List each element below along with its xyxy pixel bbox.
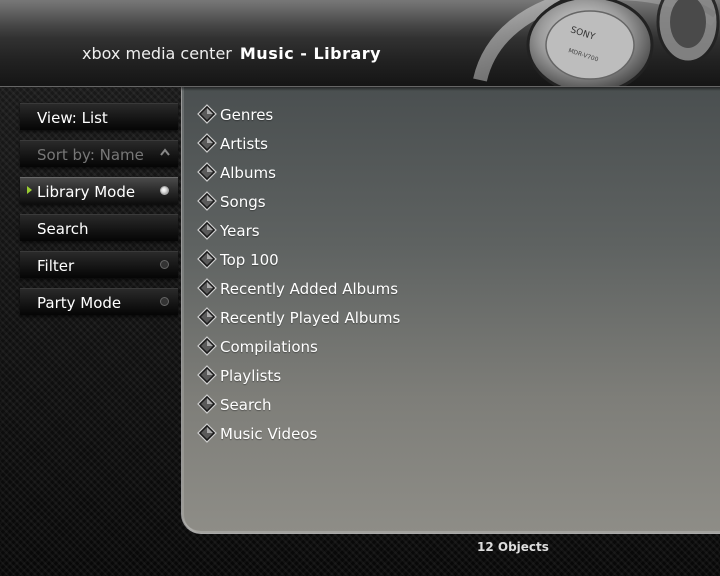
party-mode-label: Party Mode: [37, 294, 122, 312]
list-item-label: Playlists: [220, 367, 282, 385]
list-item[interactable]: Albums: [197, 160, 597, 186]
list-item-label: Songs: [220, 193, 266, 211]
folder-diamond-icon: [197, 394, 217, 414]
headphones-icon: SONY MDR-V700: [473, 0, 720, 86]
party-mode-toggle-off-icon: [160, 297, 169, 306]
library-mode-toggle-on-icon: [160, 186, 169, 195]
folder-diamond-icon: [197, 162, 217, 182]
sort-by-label: Sort by: Name: [37, 146, 144, 164]
chevron-up-icon: [160, 148, 170, 156]
list-item[interactable]: Artists: [197, 131, 597, 157]
list-item[interactable]: Music Videos: [197, 421, 597, 447]
list-item-label: Music Videos: [220, 425, 318, 443]
list-item-label: Search: [220, 396, 272, 414]
folder-diamond-icon: [197, 220, 217, 240]
folder-diamond-icon: [197, 249, 217, 269]
party-mode-button[interactable]: Party Mode: [20, 288, 178, 315]
focus-arrow-icon: [27, 186, 32, 194]
page-title: xbox media center Music - Library: [82, 44, 381, 63]
header-bar: SONY MDR-V700 xbox media center Music - L…: [0, 0, 720, 87]
folder-diamond-icon: [197, 104, 217, 124]
folder-diamond-icon: [197, 307, 217, 327]
list-item[interactable]: Top 100: [197, 247, 597, 273]
filter-toggle-off-icon: [160, 260, 169, 269]
list-item-label: Genres: [220, 106, 274, 124]
folder-diamond-icon: [197, 191, 217, 211]
list-item-label: Recently Played Albums: [220, 309, 401, 327]
list-item[interactable]: Recently Played Albums: [197, 305, 597, 331]
search-button[interactable]: Search: [20, 214, 178, 241]
app-brand: xbox media center: [82, 44, 232, 63]
folder-diamond-icon: [197, 278, 217, 298]
sort-by-button[interactable]: Sort by: Name: [20, 140, 178, 167]
list-item[interactable]: Genres: [197, 102, 597, 128]
filter-button[interactable]: Filter: [20, 251, 178, 278]
list-item-label: Artists: [220, 135, 268, 153]
view-mode-label: View: List: [37, 109, 108, 127]
list-item-label: Compilations: [220, 338, 318, 356]
folder-diamond-icon: [197, 365, 217, 385]
list-item[interactable]: Years: [197, 218, 597, 244]
section-title: Music - Library: [239, 44, 382, 63]
list-item-label: Albums: [220, 164, 276, 182]
library-mode-label: Library Mode: [37, 183, 136, 201]
list-item[interactable]: Search: [197, 392, 597, 418]
folder-diamond-icon: [197, 423, 217, 443]
folder-diamond-icon: [197, 336, 217, 356]
list-item[interactable]: Songs: [197, 189, 597, 215]
folder-diamond-icon: [197, 133, 217, 153]
panel-top-shadow: [181, 87, 720, 91]
list-item-label: Recently Added Albums: [220, 280, 399, 298]
list-item[interactable]: Playlists: [197, 363, 597, 389]
filter-label: Filter: [37, 257, 75, 275]
list-item[interactable]: Recently Added Albums: [197, 276, 597, 302]
list-item-label: Years: [220, 222, 260, 240]
search-label: Search: [37, 220, 89, 238]
library-mode-button[interactable]: Library Mode: [20, 177, 178, 204]
list-item[interactable]: Compilations: [197, 334, 597, 360]
object-count: 12 Objects: [477, 540, 549, 554]
view-mode-button[interactable]: View: List: [20, 103, 178, 130]
list-item-label: Top 100: [220, 251, 279, 269]
